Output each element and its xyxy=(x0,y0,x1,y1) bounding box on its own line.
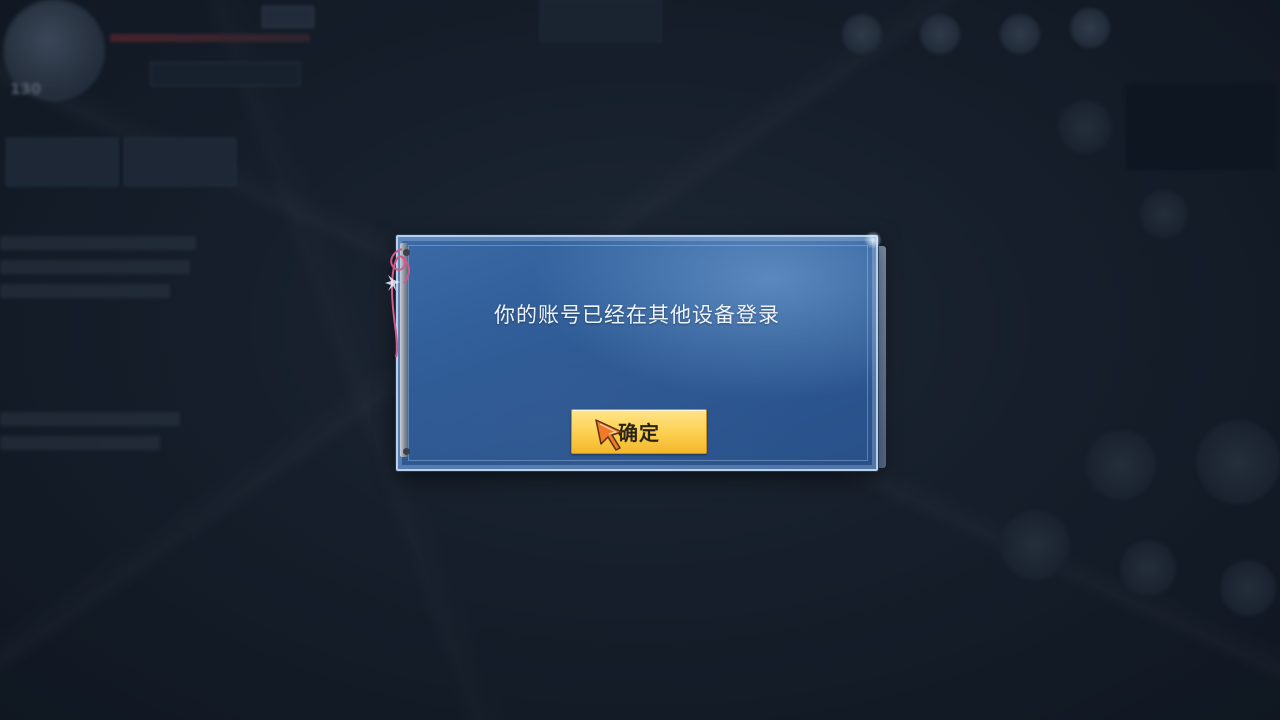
corner-glow xyxy=(864,231,882,249)
confirm-button[interactable]: 确定 xyxy=(571,409,707,454)
spine-knob xyxy=(403,448,410,455)
confirm-button-label: 确定 xyxy=(618,421,660,445)
game-screen: 130 你的账号已经在其他设备登录 确定 xyxy=(0,0,1280,720)
account-login-dialog: 你的账号已经在其他设备登录 确定 xyxy=(385,231,882,471)
dialog-message: 你的账号已经在其他设备登录 xyxy=(494,303,780,327)
